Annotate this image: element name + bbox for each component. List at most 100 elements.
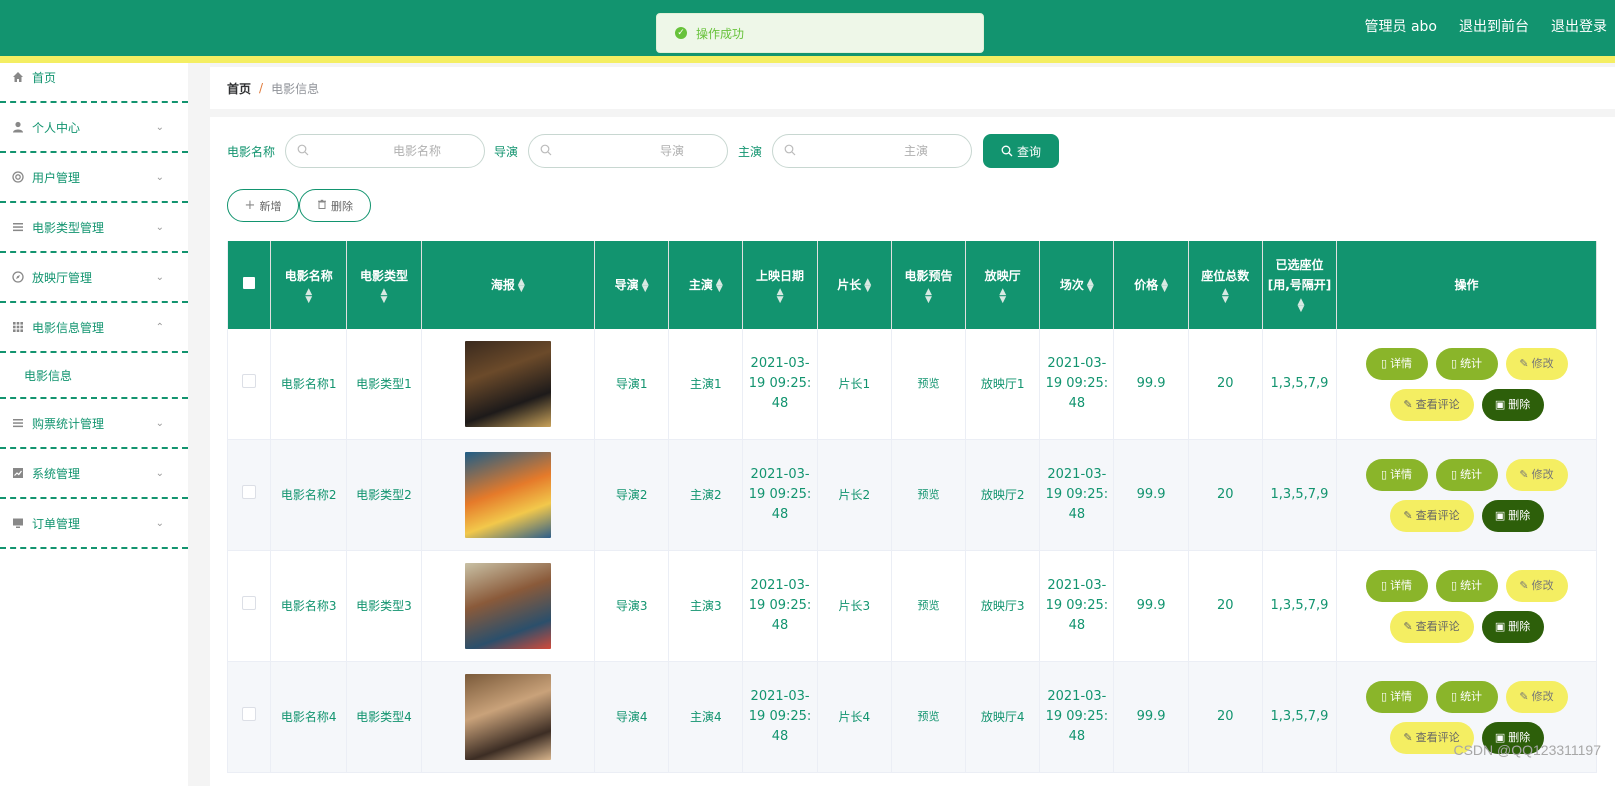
sort-icon[interactable]: ▲ ▼ [896, 288, 961, 305]
logout-link[interactable]: 退出登录 [1551, 16, 1607, 36]
sidebar-item-label: 个人中心 [32, 120, 81, 135]
sort-icon[interactable]: ▲ ▼ [747, 288, 812, 305]
col-header-hall[interactable]: 放映厅 ▲ ▼ [965, 241, 1041, 329]
sidebar-item-movie-info[interactable]: 电影信息管理 ⌃ [0, 303, 188, 353]
detail-button[interactable]: ▯ 详情 [1365, 347, 1428, 380]
cell-name: 电影名称1 [270, 329, 348, 440]
row-checkbox[interactable] [242, 707, 257, 721]
poster-image[interactable] [464, 452, 551, 538]
col-header-selected-seats[interactable]: 已选座位[用,号隔开] ▲ ▼ [1262, 241, 1338, 329]
sidebar-item-halls[interactable]: 放映厅管理 ⌄ [0, 253, 188, 303]
row-checkbox[interactable] [242, 485, 257, 499]
sort-icon[interactable]: ▲ ▼ [970, 288, 1035, 305]
to-frontend-link[interactable]: 退出到前台 [1459, 16, 1529, 36]
search-director-input[interactable] [539, 135, 710, 167]
col-header-type[interactable]: 电影类型 ▲ ▼ [346, 241, 422, 329]
grid-icon [11, 321, 24, 334]
sort-icon[interactable]: ▲ ▼ [1087, 277, 1094, 293]
edit-button[interactable]: ✎ 修改 [1505, 680, 1568, 713]
delete-button[interactable]: ▣ 删除 [1481, 388, 1544, 421]
batch-delete-button[interactable]: 删除 [299, 189, 371, 222]
sort-icon[interactable]: ▲ ▼ [351, 288, 416, 305]
search-actor-field[interactable] [772, 134, 973, 168]
cell-trailer[interactable]: 预览 [891, 550, 967, 662]
detail-button[interactable]: ▯ 详情 [1365, 569, 1428, 602]
delete-button-label: 删除 [1508, 508, 1531, 522]
col-header-trailer[interactable]: 电影预告 ▲ ▼ [891, 241, 967, 329]
edit-button[interactable]: ✎ 修改 [1505, 458, 1568, 491]
poster-image[interactable] [464, 341, 551, 427]
detail-button[interactable]: ▯ 详情 [1365, 458, 1428, 491]
cell-session: 2021-03-19 09:25:48 [1039, 329, 1115, 440]
sort-icon[interactable]: ▲ ▼ [1298, 297, 1305, 313]
row-select-cell[interactable] [226, 661, 272, 773]
select-all-cell[interactable] [226, 241, 272, 329]
view-reviews-button[interactable]: ✎ 查看评论 [1389, 388, 1474, 421]
search-name-field[interactable] [285, 134, 486, 168]
poster-image[interactable] [464, 563, 551, 649]
delete-button[interactable]: ▣ 删除 [1481, 499, 1544, 532]
search-name-input[interactable] [296, 135, 467, 167]
col-header-release[interactable]: 上映日期 ▲ ▼ [742, 241, 818, 329]
detail-button[interactable]: ▯ 详情 [1365, 680, 1428, 713]
search-actor-input[interactable] [783, 135, 954, 167]
sort-icon[interactable]: ▲ ▼ [716, 277, 723, 293]
sidebar-item-personal[interactable]: 个人中心 ⌄ [0, 103, 188, 153]
cell-trailer[interactable]: 预览 [891, 329, 967, 440]
col-header-director[interactable]: 导演 ▲ ▼ [594, 241, 670, 329]
cell-selected-seats: 1,3,5,7,9 [1262, 329, 1338, 440]
sort-icon[interactable]: ▲ ▼ [518, 277, 525, 293]
select-all-checkbox[interactable] [243, 277, 256, 289]
delete-button[interactable]: ▣ 删除 [1481, 610, 1544, 643]
sort-icon[interactable]: ▲ ▼ [864, 277, 871, 293]
edit-button-label: 修改 [1531, 578, 1554, 592]
stats-button[interactable]: ▯ 统计 [1435, 347, 1498, 380]
search-director-field[interactable] [528, 134, 729, 168]
sort-icon[interactable]: ▲ ▼ [275, 288, 342, 305]
cell-ops: ▯ 详情 ▯ 统计 ✎ 修改 ✎ 查看评论 ▣ 删除 [1336, 439, 1597, 551]
query-button[interactable]: 查询 [983, 134, 1059, 168]
cell-trailer[interactable]: 预览 [891, 439, 967, 551]
col-header-seats[interactable]: 座位总数 ▲ ▼ [1188, 241, 1263, 329]
search-icon [297, 144, 309, 159]
col-header-poster[interactable]: 海报 ▲ ▼ [421, 241, 596, 329]
col-header-length[interactable]: 片长 ▲ ▼ [817, 241, 892, 329]
col-header-name[interactable]: 电影名称 ▲ ▼ [270, 241, 348, 329]
edit-button-label: 修改 [1531, 356, 1554, 370]
sidebar-item-system[interactable]: 系统管理 ⌄ [0, 449, 188, 499]
sidebar-item-movie-types[interactable]: 电影类型管理 ⌄ [0, 203, 188, 253]
sidebar-item-orders[interactable]: 订单管理 ⌄ [0, 499, 188, 549]
row-checkbox[interactable] [242, 596, 257, 610]
col-header-label: 上映日期 [756, 269, 805, 283]
stats-button[interactable]: ▯ 统计 [1435, 458, 1498, 491]
add-button[interactable]: + 新增 [227, 189, 299, 222]
sidebar-item-users[interactable]: 用户管理 ⌄ [0, 153, 188, 203]
cell-director: 导演3 [594, 550, 670, 662]
row-select-cell[interactable] [226, 329, 272, 440]
cell-trailer[interactable]: 预览 [891, 661, 967, 773]
col-header-label: 价格 [1134, 278, 1159, 292]
view-reviews-button[interactable]: ✎ 查看评论 [1389, 610, 1474, 643]
row-select-cell[interactable] [226, 550, 272, 662]
edit-button[interactable]: ✎ 修改 [1505, 347, 1568, 380]
sort-icon[interactable]: ▲ ▼ [1161, 277, 1168, 293]
col-header-label: 片长 [837, 278, 862, 292]
col-header-actor[interactable]: 主演 ▲ ▼ [668, 241, 744, 329]
sidebar-item-home[interactable]: 首页 [0, 53, 188, 103]
breadcrumb-home[interactable]: 首页 [227, 80, 251, 97]
sort-icon[interactable]: ▲ ▼ [642, 277, 649, 293]
sort-icon[interactable]: ▲ ▼ [1193, 288, 1258, 305]
stats-button[interactable]: ▯ 统计 [1435, 680, 1498, 713]
poster-image[interactable] [464, 674, 551, 760]
row-checkbox[interactable] [242, 374, 257, 388]
col-header-price[interactable]: 价格 ▲ ▼ [1113, 241, 1189, 329]
view-reviews-button[interactable]: ✎ 查看评论 [1389, 499, 1474, 532]
row-actions: ▯ 详情 ▯ 统计 ✎ 修改 ✎ 查看评论 ▣ 删除 [1357, 569, 1577, 643]
row-select-cell[interactable] [226, 439, 272, 551]
sidebar-subitem-movie-info[interactable]: 电影信息 [0, 353, 188, 399]
stats-button[interactable]: ▯ 统计 [1435, 569, 1498, 602]
cell-release: 2021-03-19 09:25:48 [742, 550, 818, 662]
col-header-session[interactable]: 场次 ▲ ▼ [1039, 241, 1115, 329]
sidebar-item-ticket-stats[interactable]: 购票统计管理 ⌄ [0, 399, 188, 449]
edit-button[interactable]: ✎ 修改 [1505, 569, 1568, 602]
